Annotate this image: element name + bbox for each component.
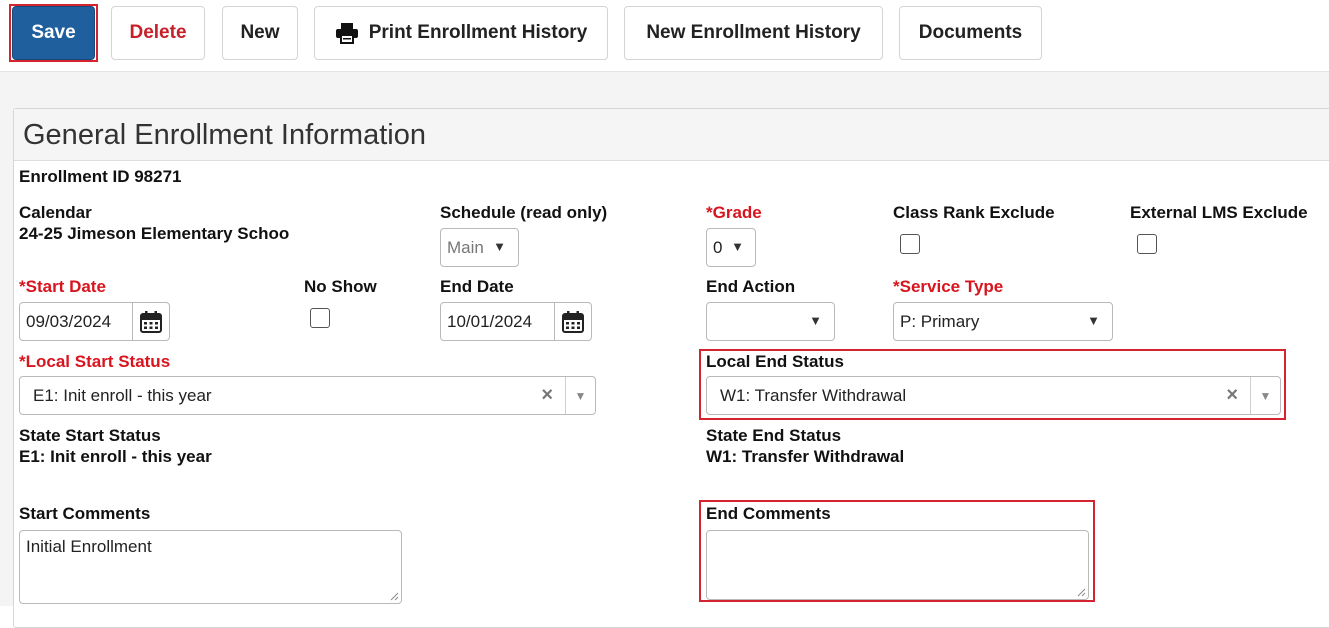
end-date-field[interactable]: 10/01/2024	[440, 302, 592, 341]
panel-title: General Enrollment Information	[23, 119, 426, 151]
enrollment-id: Enrollment ID 98271	[19, 167, 182, 186]
external-lms-exclude-checkbox[interactable]	[1137, 234, 1157, 254]
start-date-value: 09/03/2024	[26, 312, 112, 331]
new-button[interactable]: New	[222, 6, 298, 60]
service-type-select[interactable]: P: Primary ▼	[893, 302, 1113, 341]
end-date-label: End Date	[440, 277, 514, 296]
printer-icon	[335, 22, 359, 44]
resize-grip-icon[interactable]	[389, 591, 399, 601]
end-action-label: End Action	[706, 277, 796, 296]
schedule-label: Schedule (read only)	[440, 203, 608, 222]
state-start-status-label: State Start Status	[19, 426, 161, 445]
clear-icon[interactable]: ×	[541, 384, 553, 407]
grade-value: 0	[713, 238, 723, 257]
toolbar: Save Delete New Print Enrollment History…	[0, 0, 1329, 72]
no-show-checkbox[interactable]	[310, 308, 330, 328]
local-end-status-highlight-box	[699, 349, 1286, 420]
end-action-select[interactable]: ▼	[706, 302, 835, 341]
external-lms-exclude-label: External LMS Exclude	[1130, 203, 1308, 222]
calendar-value: 24-25 Jimeson Elementary Schoo	[19, 224, 290, 243]
class-rank-exclude-label: Class Rank Exclude	[893, 203, 1055, 222]
calendar-label: Calendar	[19, 203, 92, 222]
grade-select[interactable]: 0 ▼	[706, 228, 756, 267]
panel-header: General Enrollment Information	[14, 109, 1329, 161]
state-end-status-value: W1: Transfer Withdrawal	[706, 447, 905, 466]
save-highlight-box	[9, 4, 98, 62]
schedule-select: Main ▼	[440, 228, 519, 267]
no-show-label: No Show	[304, 277, 377, 296]
end-date-value: 10/01/2024	[447, 312, 533, 331]
chevron-down-icon[interactable]: ▼	[565, 377, 595, 414]
print-enrollment-history-button[interactable]: Print Enrollment History	[314, 6, 608, 60]
service-type-label: *Service Type	[893, 277, 1004, 296]
start-date-field[interactable]: 09/03/2024	[19, 302, 170, 341]
local-start-status-combobox[interactable]: E1: Init enroll - this year × ▼	[19, 376, 596, 415]
schedule-value: Main	[447, 238, 484, 257]
documents-button[interactable]: Documents	[899, 6, 1042, 60]
new-enrollment-history-button[interactable]: New Enrollment History	[624, 6, 883, 60]
local-start-status-value: E1: Init enroll - this year	[33, 386, 212, 405]
chevron-down-icon: ▼	[731, 239, 744, 254]
chevron-down-icon: ▼	[809, 313, 822, 328]
start-comments-label: Start Comments	[19, 504, 151, 523]
service-type-value: P: Primary	[900, 312, 980, 331]
chevron-down-icon: ▼	[1087, 313, 1100, 328]
chevron-down-icon: ▼	[493, 239, 506, 254]
local-start-status-label: *Local Start Status	[19, 352, 171, 371]
class-rank-exclude-checkbox[interactable]	[900, 234, 920, 254]
end-comments-highlight-box	[699, 500, 1095, 602]
print-enrollment-history-label: Print Enrollment History	[368, 22, 588, 43]
delete-button[interactable]: Delete	[111, 6, 205, 60]
start-comments-value: Initial Enrollment	[26, 537, 152, 556]
state-start-status-value: E1: Init enroll - this year	[19, 447, 212, 466]
start-comments-textarea[interactable]: Initial Enrollment	[19, 530, 402, 604]
calendar-icon[interactable]	[132, 303, 169, 340]
grade-label: *Grade	[706, 203, 762, 222]
start-date-label: *Start Date	[19, 277, 106, 296]
state-end-status-label: State End Status	[706, 426, 842, 445]
calendar-icon[interactable]	[554, 303, 591, 340]
